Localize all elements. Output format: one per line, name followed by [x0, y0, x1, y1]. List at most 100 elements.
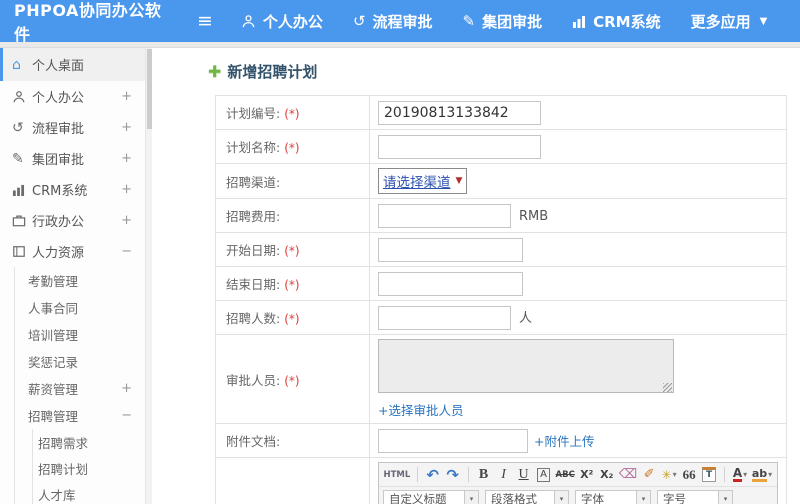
start-date-input[interactable]: [378, 237, 523, 262]
paste-as-text-icon[interactable]: T: [702, 467, 717, 482]
user-icon: [241, 14, 256, 29]
sidebar-item-label: 行政办公: [32, 215, 85, 230]
sidebar-item-group-approval[interactable]: ✎ 集团审批 +: [0, 143, 145, 174]
approvers-textarea[interactable]: [378, 339, 674, 393]
sidebar-scrollbar[interactable]: [145, 48, 152, 504]
sidebar-item-admin-office[interactable]: 行政办公 +: [0, 205, 145, 236]
expand-icon[interactable]: +: [121, 213, 132, 228]
nav-item-label: 个人办公: [262, 12, 323, 31]
custom-heading-select[interactable]: 自定义标题 ▾: [383, 489, 479, 504]
expand-icon[interactable]: +: [121, 89, 132, 104]
sidebar-item-hr-contract[interactable]: 人事合同: [0, 294, 145, 321]
toolbar-separator: [724, 467, 725, 482]
field-label: 计划编号:: [226, 106, 281, 121]
bar-chart-icon: [572, 15, 586, 28]
expand-icon[interactable]: +: [121, 182, 132, 197]
field-label: 招聘渠道:: [226, 174, 281, 190]
cost-input[interactable]: [378, 203, 511, 228]
edit-icon: ✎: [462, 12, 476, 30]
source-code-button[interactable]: HTML: [383, 465, 411, 484]
form-row-attachment: 附件文档: +附件上传: [215, 423, 787, 458]
sidebar-item-label: 集团审批: [32, 153, 85, 168]
underline-button[interactable]: U: [515, 465, 533, 484]
sidebar-item-salary[interactable]: 薪资管理 +: [0, 375, 145, 402]
resize-grip-icon[interactable]: [663, 383, 672, 392]
highlight-color-button[interactable]: ab ▾: [751, 465, 773, 484]
nav-item-more-apps[interactable]: 更多应用 ▼: [691, 11, 768, 32]
form-row-plan-no: 计划编号: (*): [215, 95, 787, 130]
sidebar-item-talent-pool[interactable]: 人才库: [0, 481, 145, 504]
home-icon: ⌂: [12, 56, 21, 73]
field-label: 招聘人数:: [226, 311, 281, 326]
scrollbar-thumb[interactable]: [146, 49, 152, 129]
strikethrough-button[interactable]: ABC: [555, 465, 576, 484]
subscript-button[interactable]: X₂: [598, 465, 616, 484]
chevron-down-icon: ▾: [637, 489, 651, 504]
redo-icon[interactable]: ↷: [444, 465, 462, 484]
superscript-button[interactable]: X²: [578, 465, 596, 484]
sidebar-item-attendance[interactable]: 考勤管理: [0, 267, 145, 294]
font-family-select[interactable]: 字体 ▾: [575, 489, 651, 504]
field-label: 附件文档:: [226, 434, 281, 449]
sidebar-item-hr[interactable]: 人力资源 −: [0, 236, 145, 267]
select-value: 自定义标题: [383, 489, 465, 504]
paragraph-format-select[interactable]: 段落格式 ▾: [485, 489, 569, 504]
italic-button[interactable]: I: [495, 465, 513, 484]
hamburger-icon[interactable]: ≡: [197, 10, 213, 32]
sidebar-item-recruit-mgmt[interactable]: 招聘管理 −: [0, 402, 145, 429]
sidebar-item-recruit-need[interactable]: 招聘需求: [0, 429, 145, 455]
form-row-cost: 招聘费用: RMB: [215, 198, 787, 233]
page-title: ✚ 新增招聘计划: [208, 61, 800, 82]
sidebar-item-recruit-plan[interactable]: 招聘计划: [0, 455, 145, 481]
expand-icon[interactable]: +: [121, 151, 132, 166]
sidebar-item-label: 流程审批: [32, 122, 85, 137]
nav-item-label: CRM系统: [593, 12, 661, 31]
expand-icon[interactable]: +: [121, 120, 132, 135]
blockquote-icon[interactable]: 66: [680, 465, 698, 484]
nav-item-crm[interactable]: CRM系统: [572, 11, 661, 32]
channel-select[interactable]: 请选择渠道 ▼: [378, 168, 468, 194]
remove-format-icon[interactable]: A: [537, 467, 551, 482]
sidebar-item-rewards[interactable]: 奖惩记录: [0, 348, 145, 375]
sidebar-item-crm[interactable]: CRM系统 +: [0, 174, 145, 205]
sidebar-item-label: 薪资管理: [28, 382, 79, 397]
form-row-start-date: 开始日期: (*): [215, 232, 787, 267]
bold-button[interactable]: B: [475, 465, 493, 484]
toolbar-separator: [416, 467, 418, 482]
end-date-input[interactable]: [378, 271, 523, 296]
plan-number-input[interactable]: [378, 100, 541, 125]
sidebar-item-personal-office[interactable]: 个人办公 +: [0, 81, 145, 112]
expand-icon[interactable]: +: [121, 381, 132, 396]
person-suffix: 人: [519, 310, 533, 326]
sidebar-item-label: 人才库: [38, 487, 76, 503]
sidebar-item-label: 招聘管理: [28, 409, 79, 424]
sidebar-item-desktop[interactable]: ⌂ 个人桌面: [0, 48, 145, 81]
field-label: 开始日期:: [226, 243, 281, 258]
attachment-upload-link[interactable]: +附件上传: [534, 431, 594, 450]
nav-item-personal-office[interactable]: 个人办公: [241, 11, 323, 32]
headcount-input[interactable]: [378, 305, 511, 330]
plan-name-input[interactable]: [378, 134, 541, 159]
top-nav: 个人办公 ↺ 流程审批 ✎ 集团审批 CRM系统 更多应用 ▼: [241, 11, 767, 32]
expand-icon[interactable]: −: [121, 244, 132, 259]
form-row-end-date: 结束日期: (*): [215, 266, 787, 301]
eraser-icon[interactable]: ⌫: [618, 465, 638, 484]
nav-item-group-approval[interactable]: ✎ 集团审批: [463, 11, 543, 32]
expand-icon[interactable]: −: [121, 408, 132, 423]
chevron-down-icon: ▼: [759, 15, 768, 27]
required-mark: (*): [284, 141, 300, 155]
form-row-headcount: 招聘人数: (*) 人: [215, 300, 787, 335]
undo-icon[interactable]: ↶: [424, 465, 442, 484]
chevron-down-icon: ▾: [555, 489, 569, 504]
format-brush-icon[interactable]: ✐: [640, 465, 658, 484]
choose-approvers-link[interactable]: +选择审批人员: [378, 403, 463, 418]
font-color-button[interactable]: A ▾: [731, 465, 749, 484]
font-size-select[interactable]: 字号 ▾: [657, 489, 733, 504]
attachment-input[interactable]: [378, 428, 528, 453]
color-spray-icon[interactable]: ✳ ▾: [660, 465, 678, 484]
sidebar-item-training[interactable]: 培训管理: [0, 321, 145, 348]
form-row-channel: 招聘渠道: 请选择渠道 ▼: [215, 163, 787, 199]
sidebar-item-workflow-approval[interactable]: ↺ 流程审批 +: [0, 112, 145, 143]
nav-item-workflow-approval[interactable]: ↺ 流程审批: [353, 11, 433, 32]
editor-label-cell: [215, 457, 370, 504]
